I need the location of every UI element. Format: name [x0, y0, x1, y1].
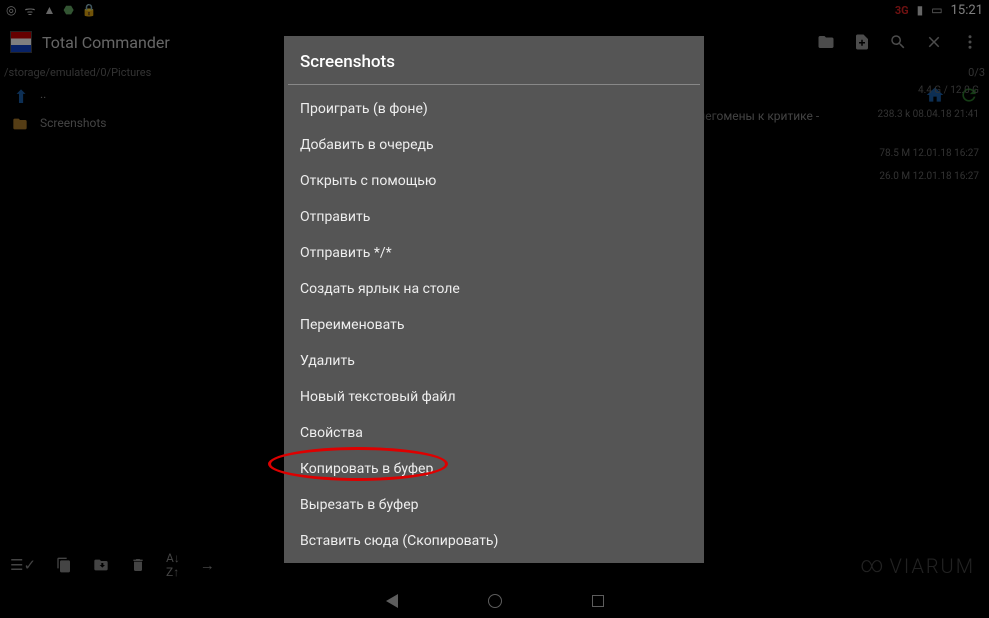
context-menu-item[interactable]: Новый текстовый файл [284, 379, 704, 415]
dialog-title: Screenshots [284, 36, 704, 84]
divider [288, 84, 700, 85]
context-menu-item[interactable]: Свойства [284, 415, 704, 451]
move-button[interactable] [92, 557, 110, 573]
copy-button[interactable] [56, 556, 72, 574]
context-menu-item[interactable]: Открыть с помощью [284, 163, 704, 199]
battery-icon: ▭ [931, 3, 942, 17]
close-button[interactable] [925, 33, 943, 51]
item-meta: 78.5 M 12.01.18 16:27 [879, 148, 979, 159]
shield-icon: ⬣ [63, 3, 73, 17]
context-menu-item[interactable]: Отправить [284, 199, 704, 235]
warning-icon: ▲ [43, 3, 55, 17]
recent-button[interactable] [592, 595, 604, 607]
folder-icon [10, 116, 32, 132]
signal-icon: ▮ [917, 3, 924, 17]
highlight-annotation [268, 447, 448, 481]
context-menu-item[interactable]: Удалить [284, 343, 704, 379]
context-menu-item[interactable]: Добавить в очередь [284, 127, 704, 163]
broadcast-icon: ◎ [6, 3, 16, 17]
context-menu: Screenshots Проиграть (в фоне)Добавить в… [284, 36, 704, 563]
back-button[interactable] [386, 594, 398, 608]
sort-button[interactable]: A↓Z↑ [166, 551, 180, 579]
context-menu-item[interactable]: Копировать в буфер [284, 451, 704, 487]
clock: 15:21 [951, 3, 983, 18]
home-button[interactable] [488, 594, 502, 608]
context-menu-item[interactable]: Создать ярлык на столе [284, 271, 704, 307]
android-nav-bar [0, 584, 989, 618]
lock-icon: 🔒 [82, 3, 97, 17]
transfer-button[interactable]: → [200, 556, 215, 574]
left-path-text: /storage/emulated/0/Pictures [4, 66, 151, 79]
item-meta: 26.0 M 12.01.18 16:27 [879, 171, 979, 182]
item-meta: 238.3 k 08.04.18 21:41 [877, 109, 979, 120]
select-button[interactable]: ☰✓ [10, 556, 36, 574]
search-button[interactable] [889, 33, 907, 51]
up-meta: 4.4 G / 12.0 G [918, 85, 979, 96]
watermark: ∞ VIARUM [860, 553, 975, 578]
network-indicator: 3G [895, 4, 909, 17]
folder-button[interactable] [817, 33, 835, 51]
watermark-text: VIARUM [889, 554, 975, 578]
rss-icon: ᯤ [24, 2, 35, 19]
context-menu-item[interactable]: Проиграть (в фоне) [284, 91, 704, 127]
right-count: 0/3 [968, 66, 985, 79]
context-menu-item[interactable]: Отправить */* [284, 235, 704, 271]
app-icon [10, 31, 32, 53]
context-menu-item[interactable]: Вставить сюда (Скопировать) [284, 523, 704, 559]
context-menu-item[interactable]: Вырезать в буфер [284, 487, 704, 523]
menu-button[interactable] [961, 33, 979, 51]
new-file-button[interactable] [853, 33, 871, 51]
infinity-icon: ∞ [860, 553, 885, 578]
up-arrow-icon: ⬆ [10, 87, 32, 108]
delete-button[interactable] [130, 556, 146, 574]
context-menu-item[interactable]: Переименовать [284, 307, 704, 343]
android-status-bar: ◎ ᯤ ▲ ⬣ 🔒 3G ▮ ▭ 15:21 [0, 0, 989, 20]
app-title: Total Commander [42, 33, 170, 52]
